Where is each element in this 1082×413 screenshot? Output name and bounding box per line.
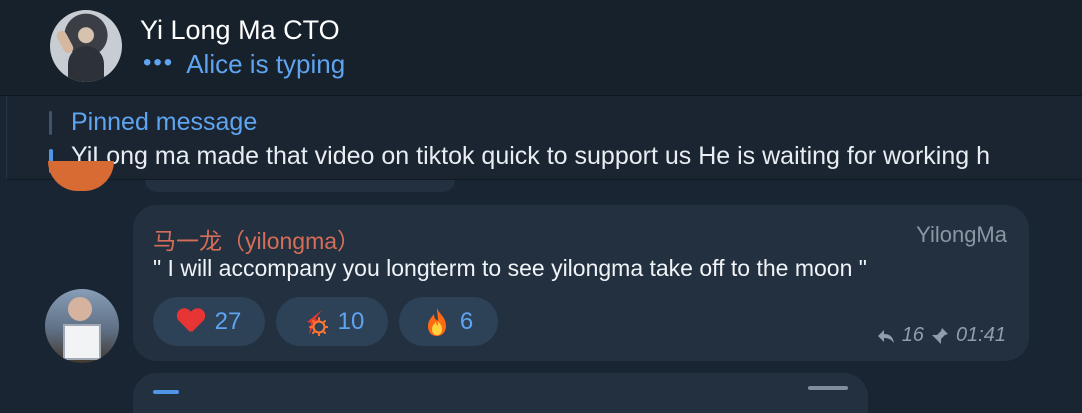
reaction-spark-button[interactable]: 10 xyxy=(276,297,388,346)
pinned-message-text: YiLong ma made that video on tiktok quic… xyxy=(71,142,990,170)
chat-header: Yi Long Ma CTO ••• Alice is typing xyxy=(0,0,1082,96)
reaction-fire-button[interactable]: 6 xyxy=(399,297,498,346)
next-message-blue-fragment xyxy=(153,390,179,394)
typing-status-text: Alice is typing xyxy=(186,49,346,79)
sender-avatar[interactable] xyxy=(45,289,119,363)
pinned-message-banner[interactable]: Pinned message YiLong ma made that video… xyxy=(6,96,1082,180)
previous-message-bubble-edge xyxy=(145,180,455,192)
reply-icon xyxy=(877,329,894,343)
heart-emoji-icon xyxy=(177,309,205,334)
pinned-message-title: Pinned message xyxy=(71,108,258,136)
reaction-spark-count: 10 xyxy=(337,307,365,335)
typing-status: ••• Alice is typing xyxy=(143,49,345,80)
sender-name[interactable]: 马一龙（yilongma） xyxy=(153,222,360,256)
reaction-fire-count: 6 xyxy=(459,307,474,335)
reaction-heart-button[interactable]: 27 xyxy=(153,297,265,346)
reaction-heart-count: 27 xyxy=(214,307,242,335)
reaction-list: 27 10 6 xyxy=(153,297,498,346)
message-meta: 16 01:41 xyxy=(876,324,1006,347)
chat-title[interactable]: Yi Long Ma CTO xyxy=(140,15,340,46)
message-text: " I will accompany you longterm to see y… xyxy=(153,255,867,281)
typing-dots-icon: ••• xyxy=(143,48,175,76)
message-bubble[interactable]: 马一龙（yilongma） YilongMa " I will accompan… xyxy=(133,205,1029,361)
next-message-bubble-edge xyxy=(133,373,868,413)
message-time: 01:41 xyxy=(955,324,1006,346)
chat-avatar[interactable] xyxy=(50,10,122,82)
pinned-indicator-top xyxy=(49,111,52,135)
reply-count: 16 xyxy=(901,324,924,346)
pin-icon xyxy=(931,327,948,344)
fire-emoji-icon xyxy=(427,307,446,336)
sender-handle: YilongMa xyxy=(916,222,1007,247)
next-message-gray-fragment xyxy=(808,386,848,390)
spark-emoji-icon xyxy=(306,309,328,336)
